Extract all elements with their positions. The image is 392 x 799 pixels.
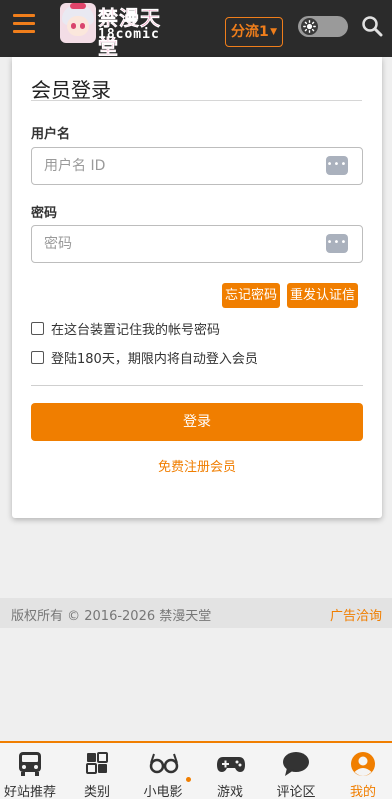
nav-label-short-movie: 小电影 bbox=[143, 785, 183, 799]
notification-dot bbox=[186, 777, 191, 782]
stream-select-label: 分流1 bbox=[231, 24, 269, 40]
nav-item-comments[interactable]: 评论区 bbox=[263, 743, 329, 799]
nav-item-recommend[interactable]: 好站推荐 bbox=[0, 743, 63, 799]
form-divider bbox=[31, 385, 363, 386]
site-footer: 版权所有 © 2016-2026 禁漫天堂 广告洽询 bbox=[0, 598, 392, 628]
remember-device-label[interactable]: 在这台装置记住我的帐号密码 bbox=[51, 319, 220, 338]
stream-select[interactable]: 分流1 ▼ bbox=[225, 17, 283, 47]
nav-label-comments: 评论区 bbox=[276, 785, 316, 799]
gamepad-icon bbox=[216, 751, 245, 777]
nav-item-games[interactable]: 游戏 bbox=[197, 743, 263, 799]
auto-login-label[interactable]: 登陆180天，期限内将自动登入会员 bbox=[51, 348, 258, 367]
mascot-logo-image bbox=[60, 3, 96, 43]
username-label: 用户名 bbox=[31, 127, 71, 142]
forgot-password-button[interactable]: 忘记密码 bbox=[222, 283, 281, 308]
password-input[interactable] bbox=[44, 226, 314, 262]
nav-item-category[interactable]: 类别 bbox=[64, 743, 130, 799]
register-link[interactable]: 免费注册会员 bbox=[12, 456, 382, 475]
nav-label-mine: 我的 bbox=[349, 785, 376, 799]
logo-subtitle: 18comic bbox=[98, 27, 160, 42]
remember-device-checkbox[interactable] bbox=[31, 322, 44, 335]
login-card: 会员登录 用户名 ••• 密码 ••• 忘记密码 重发认证信 在这台装置记住我的… bbox=[12, 57, 382, 518]
password-label: 密码 bbox=[31, 206, 58, 221]
nav-label-recommend: 好站推荐 bbox=[3, 785, 56, 799]
username-input[interactable] bbox=[44, 148, 314, 184]
title-divider bbox=[31, 100, 362, 101]
autofill-key-icon[interactable]: ••• bbox=[326, 234, 348, 253]
resend-verification-button[interactable]: 重发认证信 bbox=[287, 283, 359, 308]
nav-label-games: 游戏 bbox=[216, 785, 243, 799]
username-field-box: ••• bbox=[31, 147, 363, 185]
sun-icon bbox=[301, 18, 318, 35]
login-title: 会员登录 bbox=[31, 78, 111, 102]
site-logo[interactable]: 禁漫天堂 18comic bbox=[60, 3, 180, 59]
bottom-nav: 好站推荐 类别 小电影 游戏 评论区 我的 bbox=[0, 741, 392, 799]
category-grid-icon bbox=[83, 751, 111, 777]
top-header: 禁漫天堂 18comic 分流1 ▼ bbox=[0, 0, 392, 59]
autofill-key-icon[interactable]: ••• bbox=[326, 156, 348, 175]
ad-inquiry-link[interactable]: 广告洽询 bbox=[330, 605, 382, 624]
caret-down-icon: ▼ bbox=[270, 27, 277, 37]
nav-label-category: 类别 bbox=[83, 785, 110, 799]
nav-item-short-movie[interactable]: 小电影 bbox=[130, 743, 196, 799]
password-field-box: ••• bbox=[31, 225, 363, 263]
copyright-text: 版权所有 © 2016-2026 禁漫天堂 bbox=[11, 609, 212, 624]
menu-icon[interactable] bbox=[13, 14, 35, 34]
search-icon[interactable] bbox=[361, 15, 383, 37]
auto-login-checkbox[interactable] bbox=[31, 351, 44, 364]
login-button[interactable]: 登录 bbox=[31, 403, 363, 441]
glasses-icon bbox=[149, 751, 179, 777]
bus-icon bbox=[16, 751, 44, 777]
comment-icon bbox=[282, 751, 310, 777]
nav-item-mine[interactable]: 我的 bbox=[330, 743, 392, 799]
theme-toggle[interactable] bbox=[298, 16, 348, 37]
user-icon bbox=[349, 751, 377, 777]
